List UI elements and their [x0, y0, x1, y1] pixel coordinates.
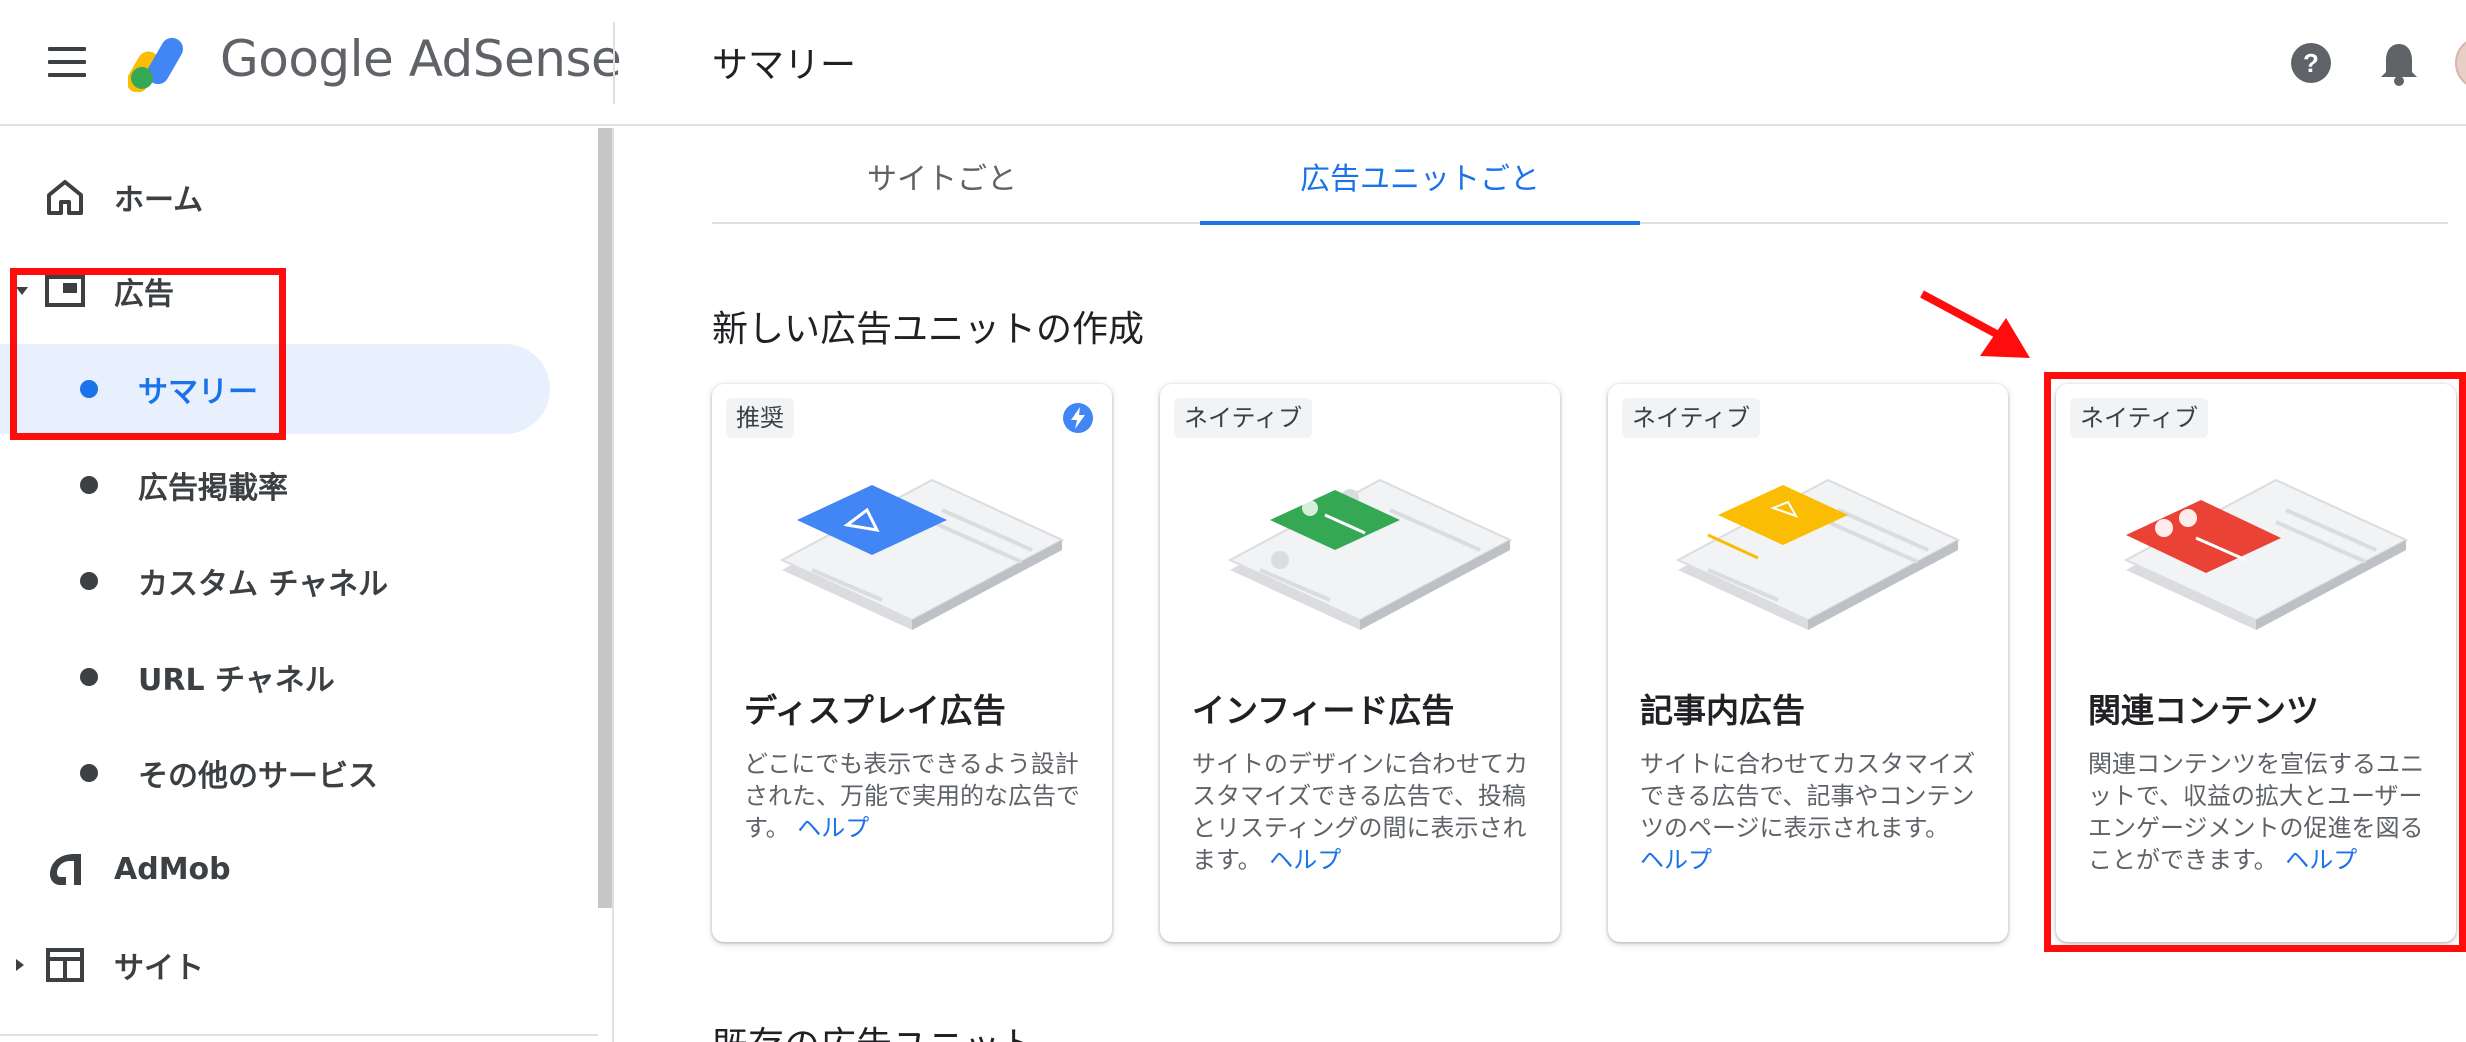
- sites-icon: [46, 948, 84, 982]
- annotation-highlight-box: [10, 268, 286, 440]
- section-title-existing-ad-units: 既存の広告ユニット: [712, 1016, 1036, 1042]
- sidebar-item-custom-channels[interactable]: カスタム チャネル: [0, 536, 560, 626]
- bullet-icon: [80, 668, 98, 686]
- home-icon: [47, 180, 83, 215]
- sidebar-nav: ホーム 広告 サマリー 広告掲載率 カスタム チャネル URL チャネル その他…: [0, 128, 612, 1042]
- sidebar-item-label: 広告掲載率: [138, 471, 288, 506]
- admob-icon: [50, 854, 81, 885]
- in-feed-ad-illustration-icon: [1227, 478, 1513, 630]
- card-badge: ネイティブ: [1174, 398, 1313, 438]
- card-in-feed-ads[interactable]: ネイティブ インフィード広告 サイトのデザインに合わせてカスタマイズできる広告で…: [1160, 384, 1560, 942]
- help-link[interactable]: ヘルプ: [1269, 846, 1341, 874]
- lightning-bolt-icon: [1063, 403, 1093, 433]
- menu-icon[interactable]: [48, 47, 86, 77]
- sidebar-item-sites[interactable]: サイト: [0, 920, 560, 1010]
- card-display-ads[interactable]: 推奨 ディスプレイ広告 どこにでも表示できるよう設計された、万能で実用的な広告で…: [712, 384, 1112, 942]
- sidebar-item-label: サイト: [114, 951, 204, 986]
- adsense-logo-icon: [128, 37, 183, 92]
- card-title: ディスプレイ広告: [744, 691, 1006, 730]
- expand-arrow-icon: [16, 959, 24, 971]
- tab-by-ad-unit[interactable]: 広告ユニットごと: [1200, 128, 1640, 224]
- display-ad-illustration-icon: [779, 478, 1065, 630]
- card-badge: 推奨: [726, 398, 794, 438]
- svg-text:?: ?: [2303, 48, 2319, 78]
- top-app-bar: Google AdSense サマリー ?: [0, 0, 2466, 126]
- card-title: 記事内広告: [1640, 691, 1805, 730]
- sidebar-item-label: カスタム チャネル: [138, 567, 389, 602]
- bullet-icon: [80, 476, 98, 494]
- in-article-ad-illustration-icon: [1675, 478, 1961, 630]
- card-description: どこにでも表示できるよう設計された、万能で実用的な広告です。 ヘルプ: [744, 750, 1080, 842]
- sidebar-divider: [612, 128, 614, 1042]
- account-avatar[interactable]: [2455, 36, 2466, 90]
- sidebar-item-label: その他のサービス: [138, 759, 378, 794]
- sidebar-bottom-divider: [0, 1034, 598, 1036]
- sidebar-item-url-channels[interactable]: URL チャネル: [0, 632, 560, 722]
- sidebar-item-label: ホーム: [114, 183, 204, 218]
- card-description: サイトに合わせてカスタマイズできる広告で、記事やコンテンツのページに表示されます…: [1640, 750, 1976, 874]
- sidebar-item-label: AdMob: [114, 851, 231, 887]
- sidebar-item-other-services[interactable]: その他のサービス: [0, 728, 560, 818]
- sidebar-item-admob[interactable]: AdMob: [0, 824, 560, 914]
- header-divider: [613, 22, 615, 104]
- brand-name: Google AdSense: [220, 30, 622, 88]
- help-link[interactable]: ヘルプ: [797, 814, 869, 842]
- sidebar-item-coverage[interactable]: 広告掲載率: [0, 440, 560, 530]
- sidebar-item-label: URL チャネル: [138, 663, 335, 698]
- card-badge: ネイティブ: [1622, 398, 1761, 438]
- page-title: サマリー: [712, 45, 857, 86]
- card-in-article-ads[interactable]: ネイティブ 記事内広告 サイトに合わせてカスタマイズできる広告で、記事やコンテン…: [1608, 384, 2008, 942]
- help-link[interactable]: ヘルプ: [1640, 846, 1712, 874]
- annotation-arrow-icon: [1920, 290, 2030, 358]
- section-title-new-ad-unit: 新しい広告ユニットの作成: [712, 309, 1145, 350]
- active-tab-indicator: [1200, 221, 1640, 225]
- card-title: インフィード広告: [1192, 691, 1455, 730]
- notifications-bell-icon[interactable]: [2378, 40, 2420, 86]
- tab-bar: サイトごと 広告ユニットごと: [712, 128, 2448, 225]
- card-description: サイトのデザインに合わせてカスタマイズできる広告で、投稿とリスティングの間に表示…: [1192, 750, 1528, 874]
- bullet-icon: [80, 764, 98, 782]
- sidebar-scrollbar[interactable]: [598, 128, 612, 908]
- sidebar-item-home[interactable]: ホーム: [0, 152, 560, 242]
- tab-by-site[interactable]: サイトごと: [800, 128, 1084, 224]
- bullet-icon: [80, 572, 98, 590]
- help-icon[interactable]: ?: [2290, 42, 2332, 84]
- annotation-highlight-box: [2044, 372, 2466, 952]
